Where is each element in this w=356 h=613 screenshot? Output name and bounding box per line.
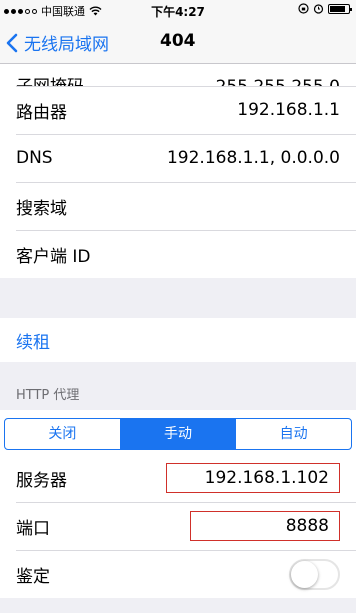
renew-lease-button[interactable]: 续租 bbox=[0, 318, 356, 362]
back-button[interactable]: 无线局域网 bbox=[6, 30, 109, 55]
client-id-row[interactable]: 客户端 ID bbox=[0, 230, 356, 278]
subnet-mask-row: 子网掩码 255.255.255.0 bbox=[0, 64, 356, 86]
client-id-label: 客户端 ID bbox=[16, 246, 91, 267]
back-label: 无线局域网 bbox=[24, 35, 109, 55]
authentication-toggle[interactable] bbox=[289, 558, 340, 590]
dns-value: 192.168.1.1, 0.0.0.0 bbox=[166, 148, 340, 168]
server-row: 服务器 192.168.1.102 bbox=[0, 454, 356, 502]
chevron-left-icon bbox=[6, 33, 18, 52]
toggle-knob bbox=[291, 560, 318, 588]
proxy-settings-group: 服务器 192.168.1.102 端口 8888 鉴定 bbox=[0, 454, 356, 598]
http-proxy-header: HTTP 代理 bbox=[16, 388, 80, 403]
search-domains-label: 搜索域 bbox=[16, 198, 67, 219]
battery-icon bbox=[328, 3, 352, 14]
subnet-mask-value: 255.255.255.0 bbox=[216, 77, 340, 86]
proxy-mode-segmented-control[interactable]: 关闭 手动 自动 bbox=[4, 418, 352, 450]
router-value: 192.168.1.1 bbox=[237, 100, 340, 120]
status-right bbox=[298, 3, 352, 14]
port-label: 端口 bbox=[16, 518, 50, 539]
server-label: 服务器 bbox=[16, 470, 67, 491]
authentication-label: 鉴定 bbox=[16, 566, 50, 587]
status-bar: 中国联通 下午4:27 bbox=[0, 0, 356, 20]
renew-lease-label: 续租 bbox=[16, 332, 50, 353]
router-label: 路由器 bbox=[16, 102, 67, 123]
server-value: 192.168.1.102 bbox=[204, 468, 329, 488]
renew-group: 续租 bbox=[0, 318, 356, 362]
search-domains-row[interactable]: 搜索域 bbox=[0, 182, 356, 230]
port-input[interactable]: 8888 bbox=[190, 511, 340, 541]
alarm-icon bbox=[313, 4, 324, 14]
navigation-bar: 无线局域网 404 bbox=[0, 20, 356, 64]
segment-off[interactable]: 关闭 bbox=[5, 419, 120, 449]
subnet-mask-label: 子网掩码 bbox=[16, 72, 216, 86]
port-value: 8888 bbox=[285, 516, 329, 536]
authentication-row: 鉴定 bbox=[0, 550, 356, 598]
dns-row[interactable]: DNS 192.168.1.1, 0.0.0.0 bbox=[0, 134, 356, 182]
ip-info-group: 子网掩码 255.255.255.0 路由器 192.168.1.1 DNS 1… bbox=[0, 64, 356, 278]
proxy-mode-container: 关闭 手动 自动 bbox=[0, 410, 356, 454]
segment-manual[interactable]: 手动 bbox=[119, 419, 236, 449]
dns-label: DNS bbox=[16, 148, 53, 168]
rotation-lock-icon bbox=[298, 3, 309, 14]
port-row: 端口 8888 bbox=[0, 502, 356, 550]
router-row: 路由器 192.168.1.1 bbox=[0, 86, 356, 134]
server-input[interactable]: 192.168.1.102 bbox=[166, 463, 340, 493]
segment-auto[interactable]: 自动 bbox=[235, 419, 351, 449]
page-title: 404 bbox=[160, 31, 196, 51]
settings-content[interactable]: 子网掩码 255.255.255.0 路由器 192.168.1.1 DNS 1… bbox=[0, 64, 356, 613]
